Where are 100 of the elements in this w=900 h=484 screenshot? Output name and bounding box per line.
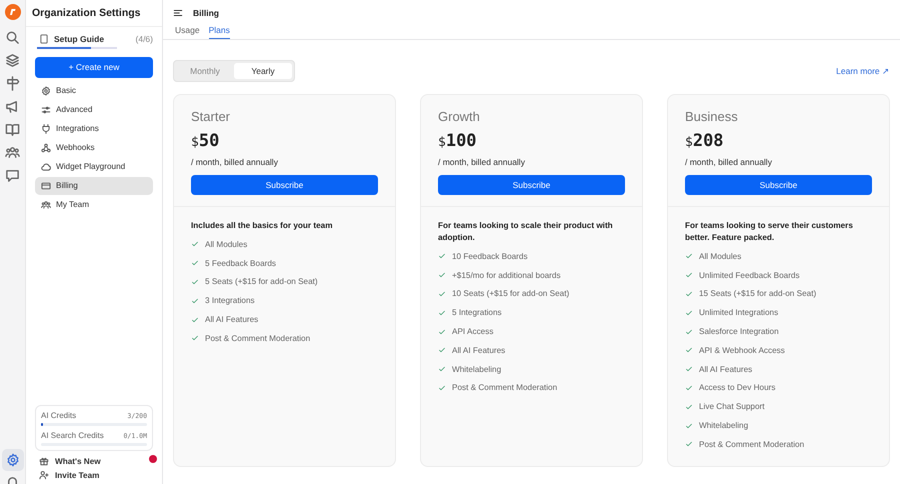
check-icon [685,346,693,354]
layers-icon[interactable] [5,53,20,68]
search-icon[interactable] [5,30,20,45]
nav-label: My Team [56,200,90,209]
toggle-option[interactable]: Yearly [234,63,292,79]
check-icon [191,334,199,342]
check-icon [191,278,199,286]
plan-summary: Includes all the basics for your team [191,220,334,232]
plan-name: Starter [191,109,232,124]
people-icon[interactable] [5,145,20,160]
feature-text: API & Webhook Access [699,346,785,355]
person-plus-icon [39,470,49,480]
megaphone-icon[interactable] [5,99,20,114]
credit-label: AI Credits [41,411,76,420]
nav-item[interactable]: My Team [35,196,153,214]
feature-text: All AI Features [205,315,258,324]
check-icon [685,271,693,280]
check-icon [438,290,446,298]
billing-period: / month, billed annually [685,157,773,167]
feature-text: All Modules [699,252,742,261]
feature-text: Unlimited Integrations [699,308,778,318]
nav-label: Basic [56,86,76,95]
plan-price: $50 [191,131,220,151]
feature-text: Post & Comment Moderation [452,383,558,392]
nav-label: Billing [56,181,78,190]
feature-text: Whitelabeling [452,364,502,374]
footer-link[interactable]: Invite Team [35,468,153,482]
plan-name: Growth [438,109,481,124]
check-icon [685,252,693,260]
setup-guide-link[interactable]: Setup Guide [37,34,117,48]
nav-item[interactable]: Basic [35,82,153,100]
tab[interactable]: Plans [208,25,230,39]
feature-text: 5 Seats (+$15 for add-on Seat) [205,277,318,286]
check-icon [438,308,446,317]
check-icon [191,316,199,324]
menu-icon[interactable] [173,8,183,18]
card-icon [41,180,51,190]
settings-icon [41,86,51,96]
logo-icon[interactable] [4,4,20,20]
check-icon [685,365,693,374]
check-icon [685,290,693,298]
progress-count: (4/6) [136,34,153,44]
check-icon [438,271,446,280]
feature-text: 5 Feedback Boards [205,258,276,268]
check-icon [438,328,446,336]
document-icon [39,34,49,44]
check-icon [438,346,446,354]
check-icon [438,384,446,392]
feature-text: Access to Dev Hours [699,383,776,392]
check-icon [685,402,693,411]
nav-label: Widget Playground [56,162,126,171]
credit-label: AI Search Credits [41,431,104,440]
cloud-icon [41,162,51,172]
plan-summary: For teams looking to scale their product with adoption. [438,220,614,244]
plan-summary: For teams looking to serve their customers better. Feature packed. [685,220,854,244]
page-title: Billing [193,8,219,18]
subscribe-button[interactable]: Subscribe [685,175,872,195]
gift-icon [39,456,49,466]
nav-item[interactable]: Webhooks [35,138,153,156]
learn-more-link[interactable]: Learn more ↗ [836,66,890,76]
nav-label: Integrations [56,124,99,133]
webhook-icon [41,142,51,152]
plan-price: $208 [685,131,725,151]
check-icon [438,252,446,260]
nav-item[interactable]: Billing [35,176,153,194]
plan-price: $100 [438,131,478,151]
feature-text: Post & Comment Moderation [699,440,804,449]
setup-guide-label[interactable]: Setup Guide [54,34,104,44]
subscribe-button[interactable]: Subscribe [438,175,625,195]
nav-item[interactable]: Integrations [35,120,153,138]
feature-text: Unlimited Feedback Boards [699,270,800,280]
plug-icon [41,124,51,134]
billing-period: / month, billed annually [438,157,526,167]
book-icon[interactable] [5,122,20,137]
billing-period: / month, billed annually [191,157,279,167]
settings-icon[interactable] [2,449,24,471]
feature-text: Live Chat Support [699,402,765,412]
people-icon [41,200,51,210]
footer-link[interactable]: What's New [35,454,153,468]
sidebar-title: Organization Settings [26,0,162,27]
feature-text: 10 Feedback Boards [452,252,528,261]
signpost-icon[interactable] [5,76,20,91]
check-icon [685,328,693,336]
feature-text: All AI Features [699,364,752,374]
tab[interactable]: Usage [175,25,200,39]
check-icon [685,440,693,448]
nav-item[interactable]: Advanced [35,100,153,118]
footer-label: What's New [55,456,101,466]
subscribe-button[interactable]: Subscribe [191,175,378,195]
feature-text: 15 Seats (+$15 for add-on Seat) [699,289,816,298]
feature-text: 5 Integrations [452,308,502,318]
check-icon [685,422,693,430]
nav-label: Webhooks [56,143,95,152]
nav-item[interactable]: Widget Playground [35,158,153,176]
feature-text: API Access [452,327,494,336]
chat-bubble-icon[interactable] [5,168,20,183]
plan-name: Business [685,109,739,124]
feature-text: 3 Integrations [205,296,255,306]
create-new-button[interactable]: + Create new [35,56,153,78]
check-icon [191,240,199,248]
